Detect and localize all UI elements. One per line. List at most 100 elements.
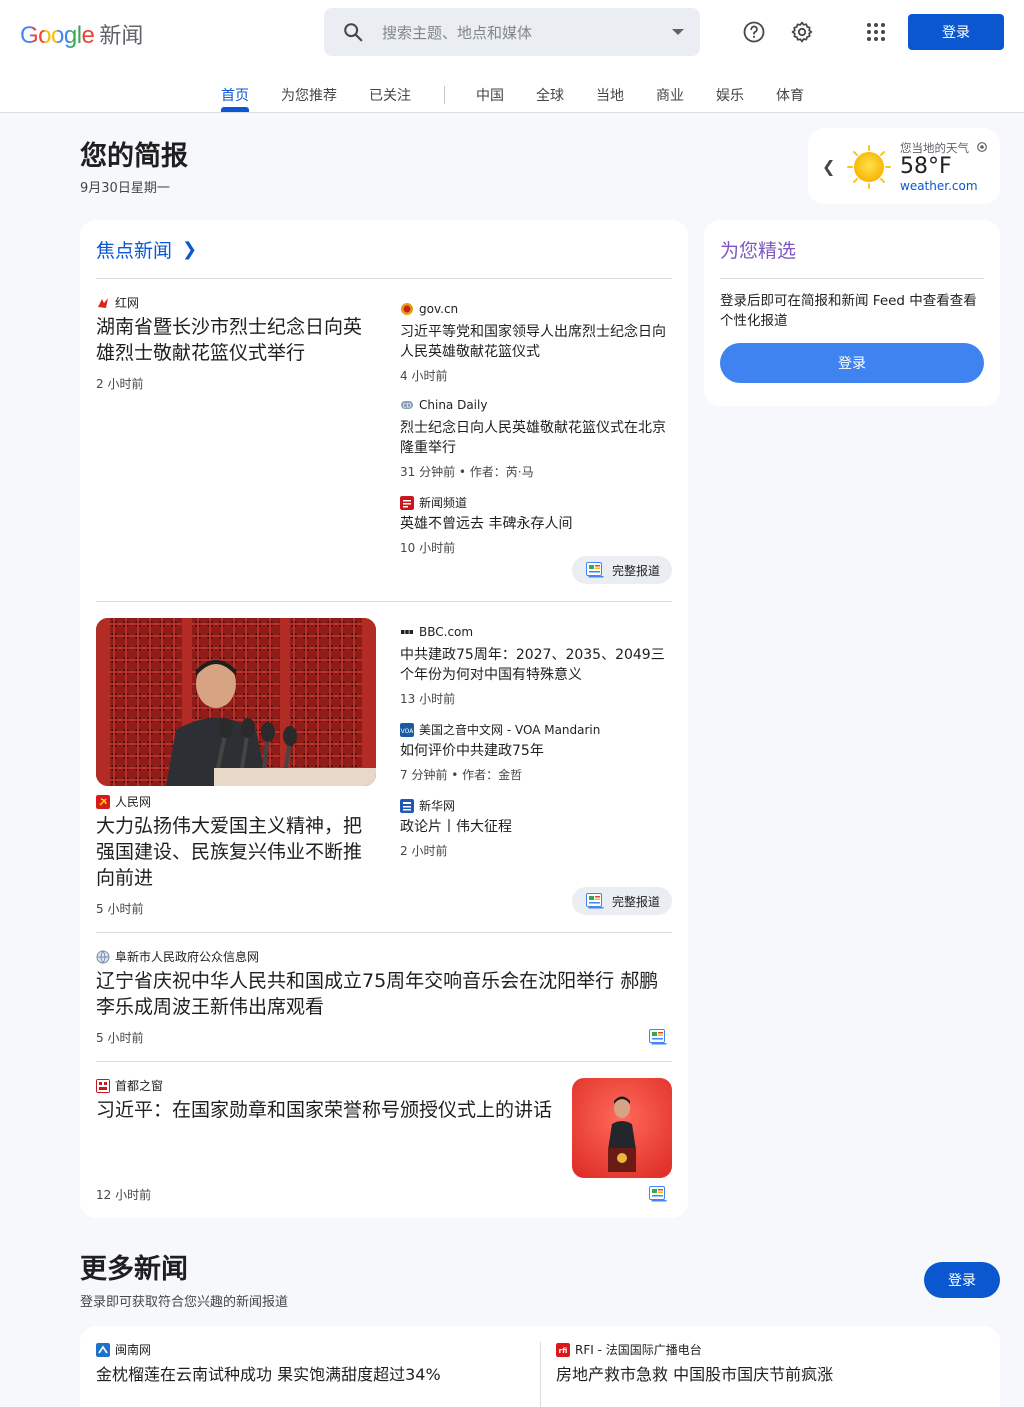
sunny-weather-icon [847,145,891,189]
divider [96,932,672,933]
divider [96,1061,672,1062]
publisher[interactable]: gov.cn [400,302,458,316]
hongwang-logo-icon [98,297,108,308]
tab-following[interactable]: 已关注 [369,85,411,105]
briefing-date: 9月30日星期一 [80,181,170,196]
search-input[interactable]: 搜索主题、地点和媒体 [382,22,532,43]
publisher-name[interactable]: RFI - 法国国际广播电台 [575,1341,702,1358]
story-image[interactable] [572,1078,672,1178]
publisher[interactable]: 人民网 [96,793,151,810]
tab-world[interactable]: 全球 [536,85,564,105]
more-news-signin-button[interactable]: 登录 [924,1262,1000,1298]
people-daily-logo-icon [96,794,110,809]
story-headline[interactable]: 习近平等党和国家领导人出席烈士纪念日向人民英雄敬献花篮仪式 [400,322,672,362]
story-headline[interactable]: 金枕榴莲在云南试种成功 果实饱满甜度超过34% [96,1361,441,1385]
story-time: 2 小时前 [96,377,144,391]
tab-home[interactable]: 首页 [221,85,249,105]
top-stories-heading[interactable]: 焦点新闻 ❯ [96,236,197,263]
weather-temperature: 58°F [900,154,952,179]
publisher-name[interactable]: 新闻频道 [419,494,467,511]
picks-signin-button[interactable]: 登录 [720,343,984,383]
story-headline[interactable]: 房地产救市急救 中国股市国庆节前疯涨 [556,1361,833,1385]
help-icon[interactable] [742,20,766,44]
chevron-right-icon[interactable]: ❯ [182,239,197,260]
publisher[interactable]: 阜新市人民政府公众信息网 [96,948,259,965]
story-image[interactable] [96,618,376,786]
publisher-name[interactable]: 新华网 [419,797,455,814]
publisher-name[interactable]: 美国之音中文网 - VOA Mandarin [419,721,600,738]
tab-local[interactable]: 当地 [596,85,624,105]
apps-grid-icon[interactable] [864,20,888,44]
active-tab-indicator [221,107,249,112]
divider [720,278,984,279]
top-stories-title[interactable]: 焦点新闻 [96,236,172,263]
signin-button[interactable]: 登录 [908,14,1004,50]
tab-divider [444,86,445,104]
publisher[interactable]: 红网 [96,294,139,311]
tab-entertainment[interactable]: 娱乐 [716,85,744,105]
divider [96,278,672,279]
publisher[interactable]: 新闻频道 [400,494,467,511]
section-tabs: 首页 为您推荐 已关注 中国 全球 当地 商业 娱乐 体育 [0,78,1024,112]
publisher-name[interactable]: 人民网 [115,793,151,810]
bbc-logo-icon [401,630,413,634]
story-time: 12 小时前 [96,1188,152,1202]
publisher[interactable]: 闽南网 [96,1341,151,1358]
full-coverage-label[interactable]: 完整报道 [612,562,660,579]
story-headline[interactable]: 英雄不曾远去 丰碑永存人间 [400,514,672,534]
china-daily-logo-icon: CD [401,401,413,410]
voa-logo-icon: VOA [400,722,414,737]
full-coverage-label[interactable]: 完整报道 [612,893,660,910]
news-channel-logo-icon [400,495,414,510]
location-icon [977,142,987,152]
divider [96,601,672,602]
publisher[interactable]: CD China Daily [400,398,487,412]
story-time: 5 小时前 [96,1031,144,1045]
weather-source-link[interactable]: weather.com [900,179,978,193]
story-time: 4 小时前 [400,369,448,383]
story-time: 31 分钟前 • 作者：芮·马 [400,465,534,479]
story-time: 10 小时前 [400,541,456,555]
full-coverage-icon[interactable] [649,1029,667,1045]
tab-sports[interactable]: 体育 [776,85,804,105]
publisher[interactable]: BBC.com [400,625,473,639]
tab-business[interactable]: 商业 [656,85,684,105]
story-headline[interactable]: 烈士纪念日向人民英雄敬献花篮仪式在北京隆重举行 [400,418,672,458]
story-headline[interactable]: 如何评价中共建政75年 [400,741,672,761]
story-headline[interactable]: 政论片丨伟大征程 [400,817,672,837]
publisher-name[interactable]: BBC.com [419,625,473,639]
weather-widget[interactable]: ❮ 您当地的天气 58°F weather.com [808,128,1000,204]
publisher-name[interactable]: 首都之窗 [115,1077,163,1094]
capital-window-logo-icon [96,1078,110,1093]
svg-text:CD: CD [403,403,412,410]
tab-china[interactable]: 中国 [476,85,504,105]
publisher-name[interactable]: 阜新市人民政府公众信息网 [115,948,259,965]
full-coverage-icon[interactable] [649,1186,667,1202]
publisher-name[interactable]: 红网 [115,294,139,311]
search-icon[interactable] [342,21,364,43]
publisher-name[interactable]: gov.cn [419,302,458,316]
story-headline[interactable]: 湖南省暨长沙市烈士纪念日向英雄烈士敬献花篮仪式举行 [96,314,380,366]
chevron-left-icon[interactable]: ❮ [822,157,835,176]
search-bar[interactable]: 搜索主题、地点和媒体 [324,8,700,56]
settings-gear-icon[interactable] [790,20,814,44]
story-headline[interactable]: 中共建政75周年：2027、2035、2049三个年份为何对中国有特殊意义 [400,645,672,685]
svg-text:rfi: rfi [559,1347,568,1355]
google-news-logo[interactable]: Google 新闻 [20,18,143,49]
full-coverage-button[interactable]: 完整报道 [572,556,673,584]
publisher-name[interactable]: 闽南网 [115,1341,151,1358]
publisher[interactable]: rfi RFI - 法国国际广播电台 [556,1341,702,1358]
publisher[interactable]: 首都之窗 [96,1077,163,1094]
full-coverage-button[interactable]: 完整报道 [572,887,673,915]
story-headline[interactable]: 辽宁省庆祝中华人民共和国成立75周年交响音乐会在沈阳举行 郝鹏李乐成周波王新伟出… [96,968,672,1020]
search-dropdown-icon[interactable] [672,29,684,35]
leader-speech-photo [96,618,376,786]
publisher[interactable]: 新华网 [400,797,455,814]
story-time: 2 小时前 [400,844,448,858]
story-headline[interactable]: 大力弘扬伟大爱国主义精神，把强国建设、民族复兴伟业不断推向前进 [96,813,380,891]
minnan-logo-icon [96,1342,110,1357]
publisher[interactable]: VOA 美国之音中文网 - VOA Mandarin [400,721,600,738]
publisher-name[interactable]: China Daily [419,398,487,412]
tab-for-you[interactable]: 为您推荐 [281,85,337,105]
story-headline[interactable]: 习近平：在国家勋章和国家荣誉称号颁授仪式上的讲话 [96,1097,562,1123]
